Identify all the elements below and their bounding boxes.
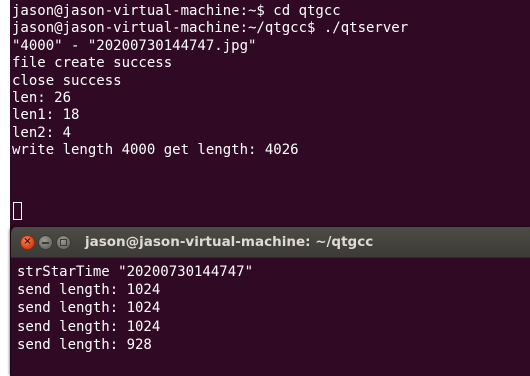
terminal-line: len2: 4: [12, 124, 72, 141]
terminal-line: jason@jason-virtual-machine:~$ cd qtgcc: [12, 3, 341, 19]
terminal-line: file create success: [12, 55, 173, 72]
close-icon: ×: [23, 236, 32, 247]
maximize-icon: [60, 239, 67, 246]
screen: jason@jason-virtual-machine:~$ cd qtgcc …: [0, 0, 530, 376]
terminal-line: send length: 1024: [17, 300, 161, 317]
close-button[interactable]: ×: [20, 235, 35, 250]
terminal-cursor: [13, 202, 22, 220]
maximize-button[interactable]: [56, 235, 71, 250]
terminal-line: jason@jason-virtual-machine:~/qtgcc$ ./q…: [12, 20, 409, 37]
minimize-icon: [42, 242, 49, 244]
window-titlebar[interactable]: × jason@jason-virtual-machine: ~/qtgcc: [11, 227, 530, 258]
terminal-line: close success: [12, 72, 122, 89]
terminal-line: write length 4000 get length: 4026: [12, 142, 299, 159]
window-title: jason@jason-virtual-machine: ~/qtgcc: [85, 234, 374, 250]
terminal-line: send length: 928: [17, 336, 152, 353]
foreground-terminal-window[interactable]: × jason@jason-virtual-machine: ~/qtgcc s…: [10, 227, 530, 376]
terminal-line: send length: 1024: [17, 318, 161, 335]
terminal-line: send length: 1024: [17, 282, 161, 299]
minimize-button[interactable]: [38, 235, 53, 250]
terminal-line: len1: 18: [12, 107, 80, 124]
terminal-line: "4000" - "20200730144747.jpg": [12, 37, 257, 54]
terminal-line: len: 26: [12, 89, 72, 106]
terminal-line: strStarTime "20200730144747": [17, 264, 254, 280]
background-terminal-output: jason@jason-virtual-machine:~$ cd qtgcc …: [12, 3, 408, 160]
foreground-terminal-output: strStarTime "20200730144747" send length…: [17, 263, 253, 354]
